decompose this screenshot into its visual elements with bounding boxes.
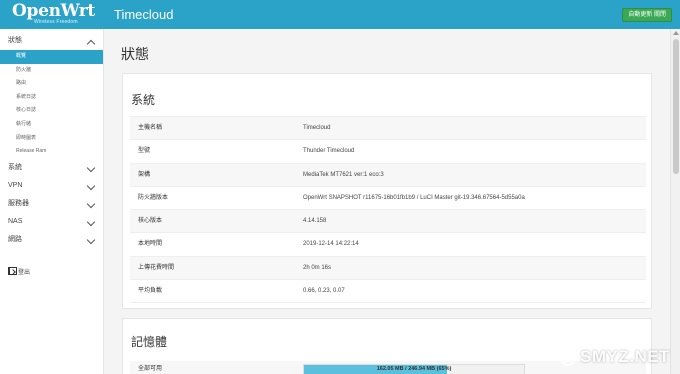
watermark: 值 SMYZ.NET	[560, 346, 675, 370]
system-card: 系統 主機名稱 Timecloud 型號 Thunder Timecloud 架構 M…	[122, 73, 652, 309]
chevron-down-icon	[86, 217, 96, 226]
row-key: 核心版本	[138, 218, 163, 225]
watermark-text: SMYZ.NET	[580, 347, 670, 366]
sidebar-item-label: VPN	[8, 181, 23, 189]
chevron-down-icon	[86, 235, 96, 244]
watermark-glyph: 值	[563, 353, 573, 363]
table-row: 核心版本 4.14.158	[130, 210, 646, 234]
row-value: 0.66, 0.23, 0.07	[303, 288, 345, 295]
system-card-title: 系統	[131, 93, 156, 107]
page-title: 狀態	[121, 46, 149, 62]
logout-label: 登出	[18, 270, 31, 276]
sidebar-item-label: 網路	[8, 235, 22, 243]
memory-card-title: 記憶體	[131, 335, 168, 349]
auto-refresh-button[interactable]: 自動更新 關閉	[622, 8, 672, 22]
sidebar-subitem-overview[interactable]: 概覽	[0, 50, 103, 64]
row-key: 全部可用	[138, 366, 163, 372]
row-value: MediaTek MT7621 ver:1 eco:3	[303, 171, 384, 178]
sidebar-subitem-release-ram[interactable]: Release Ram	[0, 145, 103, 159]
logo-text: OpenWrt	[12, 1, 95, 21]
openwrt-logo[interactable]: OpenWrt Wireless Freedom	[12, 2, 98, 26]
memory-progress-text: 162.05 MB / 246.94 MB (65%)	[376, 366, 452, 372]
row-key: 本地時間	[138, 241, 163, 248]
sidebar: 狀態 概覽 防火牆 路由 系統日誌 核心日誌 執行緒 即時圖表 Release …	[0, 29, 104, 374]
table-row: 上傳花費時間 2h 0m 16s	[130, 256, 646, 281]
sidebar-item-label: NAS	[8, 217, 23, 225]
sidebar-item-system[interactable]: 系統	[0, 159, 103, 177]
row-key: 型號	[138, 148, 151, 155]
chevron-up-icon	[86, 39, 96, 49]
scroll-up-arrow-icon[interactable]	[673, 31, 679, 35]
memory-progress-bar: 162.05 MB / 246.94 MB (65%)	[303, 364, 525, 374]
sidebar-subitem-routes[interactable]: 路由	[0, 77, 103, 91]
sidebar-item-label: 服務器	[8, 199, 29, 207]
table-row: 型號 Thunder Timecloud	[130, 140, 646, 164]
sidebar-item-services[interactable]: 服務器	[0, 195, 103, 213]
sidebar-subitem-realtime-graphs[interactable]: 即時圖表	[0, 132, 103, 146]
top-bar: OpenWrt Wireless Freedom Timecloud 自動更新 …	[0, 0, 680, 29]
sidebar-subitem-kernel-log[interactable]: 核心日誌	[0, 104, 103, 118]
table-row: 本地時間 2019-12-14 14:22:14	[130, 233, 646, 257]
row-key: 上傳花費時間	[138, 264, 175, 271]
table-row: 主機名稱 Timecloud	[130, 117, 646, 141]
row-key: 防火牆版本	[138, 194, 169, 201]
row-value: Thunder Timecloud	[303, 148, 355, 155]
chevron-down-icon	[86, 181, 96, 190]
logo-tagline: Wireless Freedom	[34, 19, 78, 25]
sidebar-item-nas[interactable]: NAS	[0, 213, 103, 231]
sidebar-item-status[interactable]: 狀態	[0, 32, 103, 50]
scrollbar[interactable]	[670, 29, 680, 374]
logout-link[interactable]: 登出	[8, 267, 30, 278]
sidebar-item-label: 狀態	[8, 37, 22, 44]
row-value: 2019-12-14 14:22:14	[303, 241, 359, 248]
logout-icon	[8, 267, 17, 275]
row-value: OpenWrt SNAPSHOT r11675-16b01fb1b9 / LuC…	[303, 194, 525, 201]
table-row: 平均負載 0.66, 0.23, 0.07	[130, 280, 646, 304]
row-key: 架構	[138, 171, 151, 178]
table-row: 架構 MediaTek MT7621 ver:1 eco:3	[130, 163, 646, 187]
sidebar-subitem-processes[interactable]: 執行緒	[0, 118, 103, 132]
scrollbar-thumb[interactable]	[673, 39, 679, 174]
chevron-down-icon	[86, 199, 96, 208]
sidebar-subitem-firewall[interactable]: 防火牆	[0, 64, 103, 78]
hostname: Timecloud	[114, 7, 174, 22]
row-key: 平均負載	[138, 288, 163, 295]
row-value: 4.14.158	[303, 218, 327, 225]
sidebar-subitem-system-log[interactable]: 系統日誌	[0, 91, 103, 105]
system-info-table: 主機名稱 Timecloud 型號 Thunder Timecloud 架構 Medi…	[130, 116, 646, 304]
table-row: 防火牆版本 OpenWrt SNAPSHOT r11675-16b01fb1b9 …	[130, 187, 646, 211]
main-content: 狀態 系統 主機名稱 Timecloud 型號 Thunder Timecloud …	[104, 29, 670, 374]
chevron-down-icon	[86, 163, 96, 172]
sidebar-item-label: 系統	[8, 163, 22, 171]
row-value: Timecloud	[303, 125, 331, 131]
row-key: 主機名稱	[138, 125, 163, 131]
sidebar-item-network[interactable]: 網路	[0, 231, 103, 249]
sidebar-item-vpn[interactable]: VPN	[0, 177, 103, 195]
row-value: 2h 0m 16s	[303, 264, 332, 271]
